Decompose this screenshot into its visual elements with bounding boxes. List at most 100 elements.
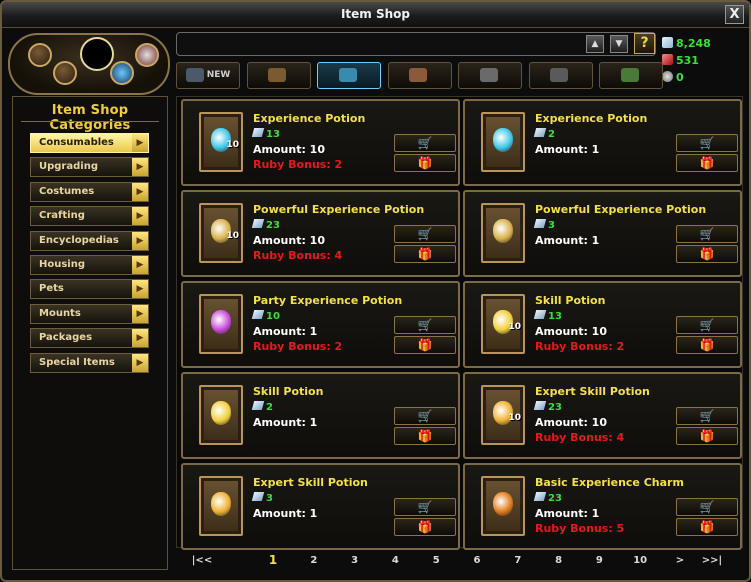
gift-button[interactable]: 🎁 bbox=[676, 336, 738, 354]
gift-button[interactable]: 🎁 bbox=[676, 518, 738, 536]
gift-button[interactable]: 🎁 bbox=[394, 245, 456, 263]
category-label: Special Items bbox=[39, 356, 115, 368]
buy-button[interactable]: 🛒 bbox=[676, 407, 738, 425]
item-card[interactable]: 10 Experience Potion 13 Amount: 10 Ruby Bonu… bbox=[181, 99, 460, 186]
item-card[interactable]: 10 Expert Skill Potion 23 Amount: 10 Ruby Bo… bbox=[463, 372, 742, 459]
buy-button[interactable]: 🛒 bbox=[676, 225, 738, 243]
tab-7[interactable] bbox=[599, 62, 663, 89]
ruby-bonus: Ruby Bonus: 4 bbox=[253, 249, 343, 262]
gift-button[interactable]: 🎁 bbox=[394, 336, 456, 354]
category-packages[interactable]: Packages ▶ bbox=[30, 328, 149, 349]
search-bar[interactable] bbox=[176, 32, 656, 56]
last-page-button[interactable]: >>| bbox=[700, 555, 724, 566]
scroll-down-button[interactable]: ▼ bbox=[610, 35, 628, 53]
item-icon-frame[interactable]: 10 bbox=[199, 112, 243, 172]
close-button[interactable]: X bbox=[725, 5, 744, 24]
category-encyclopedias[interactable]: Encyclopedias ▶ bbox=[30, 230, 149, 251]
category-costumes[interactable]: Costumes ▶ bbox=[30, 181, 149, 202]
page-9-button[interactable]: 9 bbox=[587, 555, 611, 566]
item-icon-frame[interactable] bbox=[481, 203, 525, 263]
ruby-bonus: Ruby Bonus: 2 bbox=[535, 340, 625, 353]
item-icon-frame[interactable] bbox=[481, 112, 525, 172]
item-icon-frame[interactable] bbox=[199, 385, 243, 445]
tab-4[interactable] bbox=[387, 62, 452, 89]
item-card[interactable]: 10 Powerful Experience Potion 23 Amount: 10… bbox=[181, 190, 460, 277]
stack-quantity: 10 bbox=[226, 140, 239, 150]
page-10-button[interactable]: 10 bbox=[628, 555, 652, 566]
buy-button[interactable]: 🛒 bbox=[394, 225, 456, 243]
item-icon-frame[interactable]: 10 bbox=[481, 294, 525, 354]
stack-quantity: 10 bbox=[508, 322, 521, 332]
potion-icon bbox=[493, 492, 513, 516]
item-icon-frame[interactable] bbox=[481, 476, 525, 536]
scroll-up-button[interactable]: ▲ bbox=[586, 35, 604, 53]
buy-button[interactable]: 🛒 bbox=[394, 316, 456, 334]
tab-3[interactable] bbox=[317, 62, 381, 89]
buy-button[interactable]: 🛒 bbox=[394, 134, 456, 152]
page-4-button[interactable]: 4 bbox=[383, 555, 407, 566]
item-icon-frame[interactable] bbox=[199, 294, 243, 354]
page-3-button[interactable]: 3 bbox=[343, 555, 367, 566]
cart-icon: 🛒 bbox=[417, 318, 433, 332]
gift-button[interactable]: 🎁 bbox=[394, 154, 456, 172]
help-button[interactable]: ? bbox=[634, 33, 655, 54]
tab-5[interactable] bbox=[458, 62, 522, 89]
category-pets[interactable]: Pets ▶ bbox=[30, 279, 149, 300]
item-card[interactable]: Basic Experience Charm 23 Amount: 1 Ruby Bo… bbox=[463, 463, 742, 550]
gift-box-icon[interactable] bbox=[135, 43, 159, 67]
price-value: 10 bbox=[266, 311, 280, 322]
gift-button[interactable]: 🎁 bbox=[676, 427, 738, 445]
price-value: 2 bbox=[548, 129, 555, 140]
chest-icon[interactable] bbox=[28, 43, 52, 67]
ruby-amount: 531 bbox=[676, 54, 699, 67]
category-mounts[interactable]: Mounts ▶ bbox=[30, 303, 149, 324]
gift-button[interactable]: 🎁 bbox=[676, 245, 738, 263]
first-page-button[interactable]: |<< bbox=[190, 555, 214, 566]
tab-1[interactable]: NEW bbox=[176, 62, 240, 89]
category-special-items[interactable]: Special Items ▶ bbox=[30, 352, 149, 373]
category-consumables[interactable]: Consumables ▶ bbox=[30, 133, 149, 153]
page-8-button[interactable]: 8 bbox=[547, 555, 571, 566]
buy-button[interactable]: 🛒 bbox=[676, 498, 738, 516]
item-card[interactable]: Powerful Experience Potion 3 Amount: 1 🛒 🎁 bbox=[463, 190, 742, 277]
item-icon-frame[interactable]: 10 bbox=[481, 385, 525, 445]
title-bar[interactable]: Item Shop X bbox=[2, 2, 749, 28]
item-name: Skill Potion bbox=[253, 385, 324, 398]
page-5-button[interactable]: 5 bbox=[424, 555, 448, 566]
item-card[interactable]: Experience Potion 2 Amount: 1 🛒 🎁 bbox=[463, 99, 742, 186]
item-icon-frame[interactable] bbox=[199, 476, 243, 536]
category-label: Crafting bbox=[39, 210, 85, 222]
ruby-bonus: Ruby Bonus: 4 bbox=[535, 431, 625, 444]
buy-button[interactable]: 🛒 bbox=[394, 407, 456, 425]
tab-6[interactable] bbox=[528, 62, 593, 89]
buy-button[interactable]: 🛒 bbox=[676, 134, 738, 152]
tab-2[interactable] bbox=[246, 62, 311, 89]
gift-button[interactable]: 🎁 bbox=[394, 518, 456, 536]
gift-button[interactable]: 🎁 bbox=[676, 154, 738, 172]
gift-button[interactable]: 🎁 bbox=[394, 427, 456, 445]
item-card[interactable]: 10 Skill Potion 13 Amount: 10 Ruby Bonus: 2 🛒… bbox=[463, 281, 742, 368]
category-crafting[interactable]: Crafting ▶ bbox=[30, 206, 149, 227]
item-name: Skill Potion bbox=[535, 294, 606, 307]
item-price: 3 bbox=[251, 492, 273, 504]
category-upgrading[interactable]: Upgrading ▶ bbox=[30, 157, 149, 178]
item-card[interactable]: Expert Skill Potion 3 Amount: 1 🛒 🎁 bbox=[181, 463, 460, 550]
item-card[interactable]: Party Experience Potion 10 Amount: 1 Ruby B… bbox=[181, 281, 460, 368]
page-1-button[interactable]: 1 bbox=[261, 553, 285, 567]
scroll-icon[interactable] bbox=[53, 61, 77, 85]
gift-icon: 🎁 bbox=[417, 338, 433, 352]
page-6-button[interactable]: 6 bbox=[465, 555, 489, 566]
cart-icon: 🛒 bbox=[699, 227, 715, 241]
category-housing[interactable]: Housing ▶ bbox=[30, 255, 149, 275]
silver-balance: 0 bbox=[662, 71, 684, 84]
next-page-button[interactable]: > bbox=[668, 555, 692, 566]
item-card[interactable]: Skill Potion 2 Amount: 1 🛒 🎁 bbox=[181, 372, 460, 459]
page-7-button[interactable]: 7 bbox=[506, 555, 530, 566]
page-2-button[interactable]: 2 bbox=[302, 555, 326, 566]
buy-button[interactable]: 🛒 bbox=[394, 498, 456, 516]
gift-icon: 🎁 bbox=[699, 338, 715, 352]
buy-button[interactable]: 🛒 bbox=[676, 316, 738, 334]
magnifier-icon[interactable] bbox=[110, 61, 134, 85]
arrow-right-icon: ▶ bbox=[132, 158, 148, 177]
item-icon-frame[interactable]: 10 bbox=[199, 203, 243, 263]
